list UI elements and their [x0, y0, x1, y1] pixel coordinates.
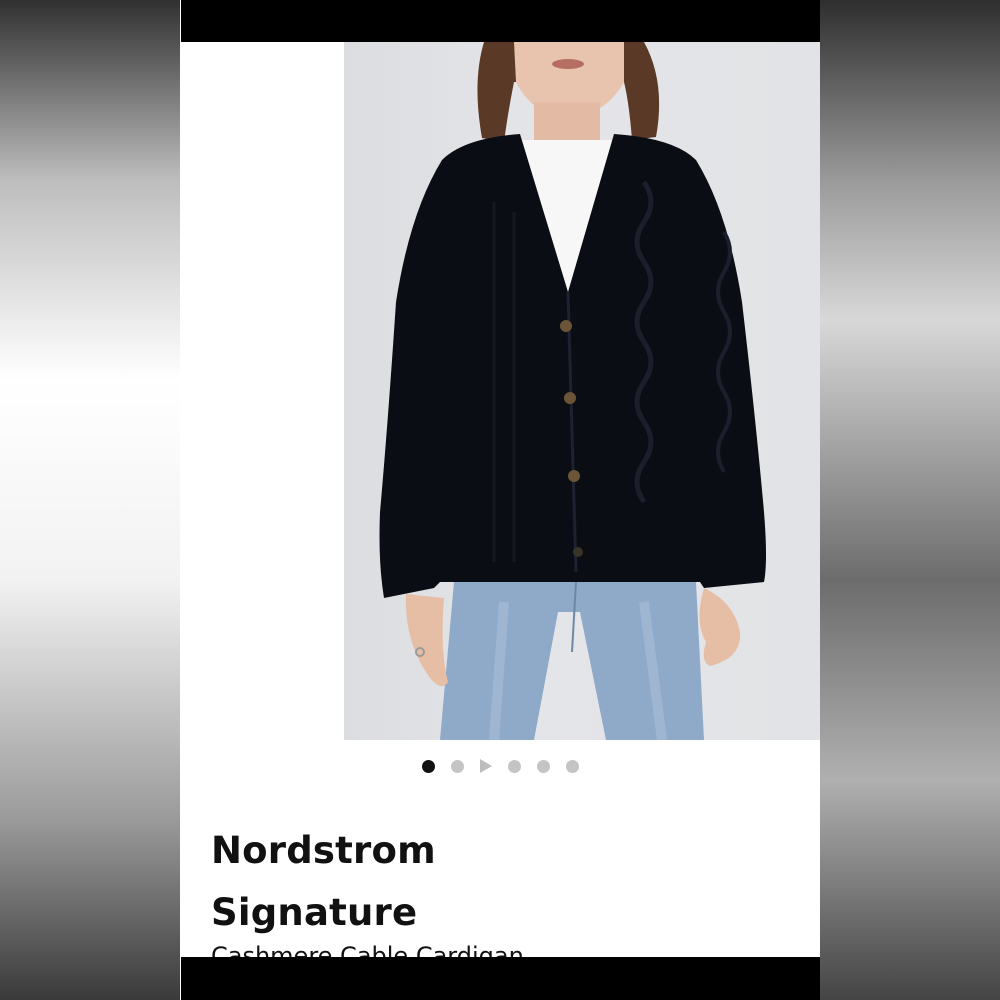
blurred-background-left — [0, 0, 180, 1000]
brand-name[interactable]: Nordstrom Signature — [211, 820, 631, 944]
screenshot-frame: Nordstrom Signature Cashmere Cable Cardi… — [0, 0, 1000, 1000]
blurred-background-right — [820, 0, 1000, 1000]
carousel-dot-1[interactable] — [422, 759, 435, 773]
product-image[interactable] — [344, 42, 820, 740]
play-icon[interactable] — [480, 759, 492, 773]
bottom-black-bar — [181, 957, 820, 1000]
carousel-dot-4[interactable] — [508, 759, 521, 773]
image-carousel-indicator — [181, 756, 820, 776]
top-black-bar — [181, 0, 820, 42]
carousel-dot-2[interactable] — [451, 759, 464, 773]
model-photo — [379, 42, 766, 740]
product-page: Nordstrom Signature Cashmere Cable Cardi… — [181, 0, 820, 1000]
carousel-dot-5[interactable] — [537, 759, 550, 773]
carousel-dot-6[interactable] — [566, 759, 579, 773]
